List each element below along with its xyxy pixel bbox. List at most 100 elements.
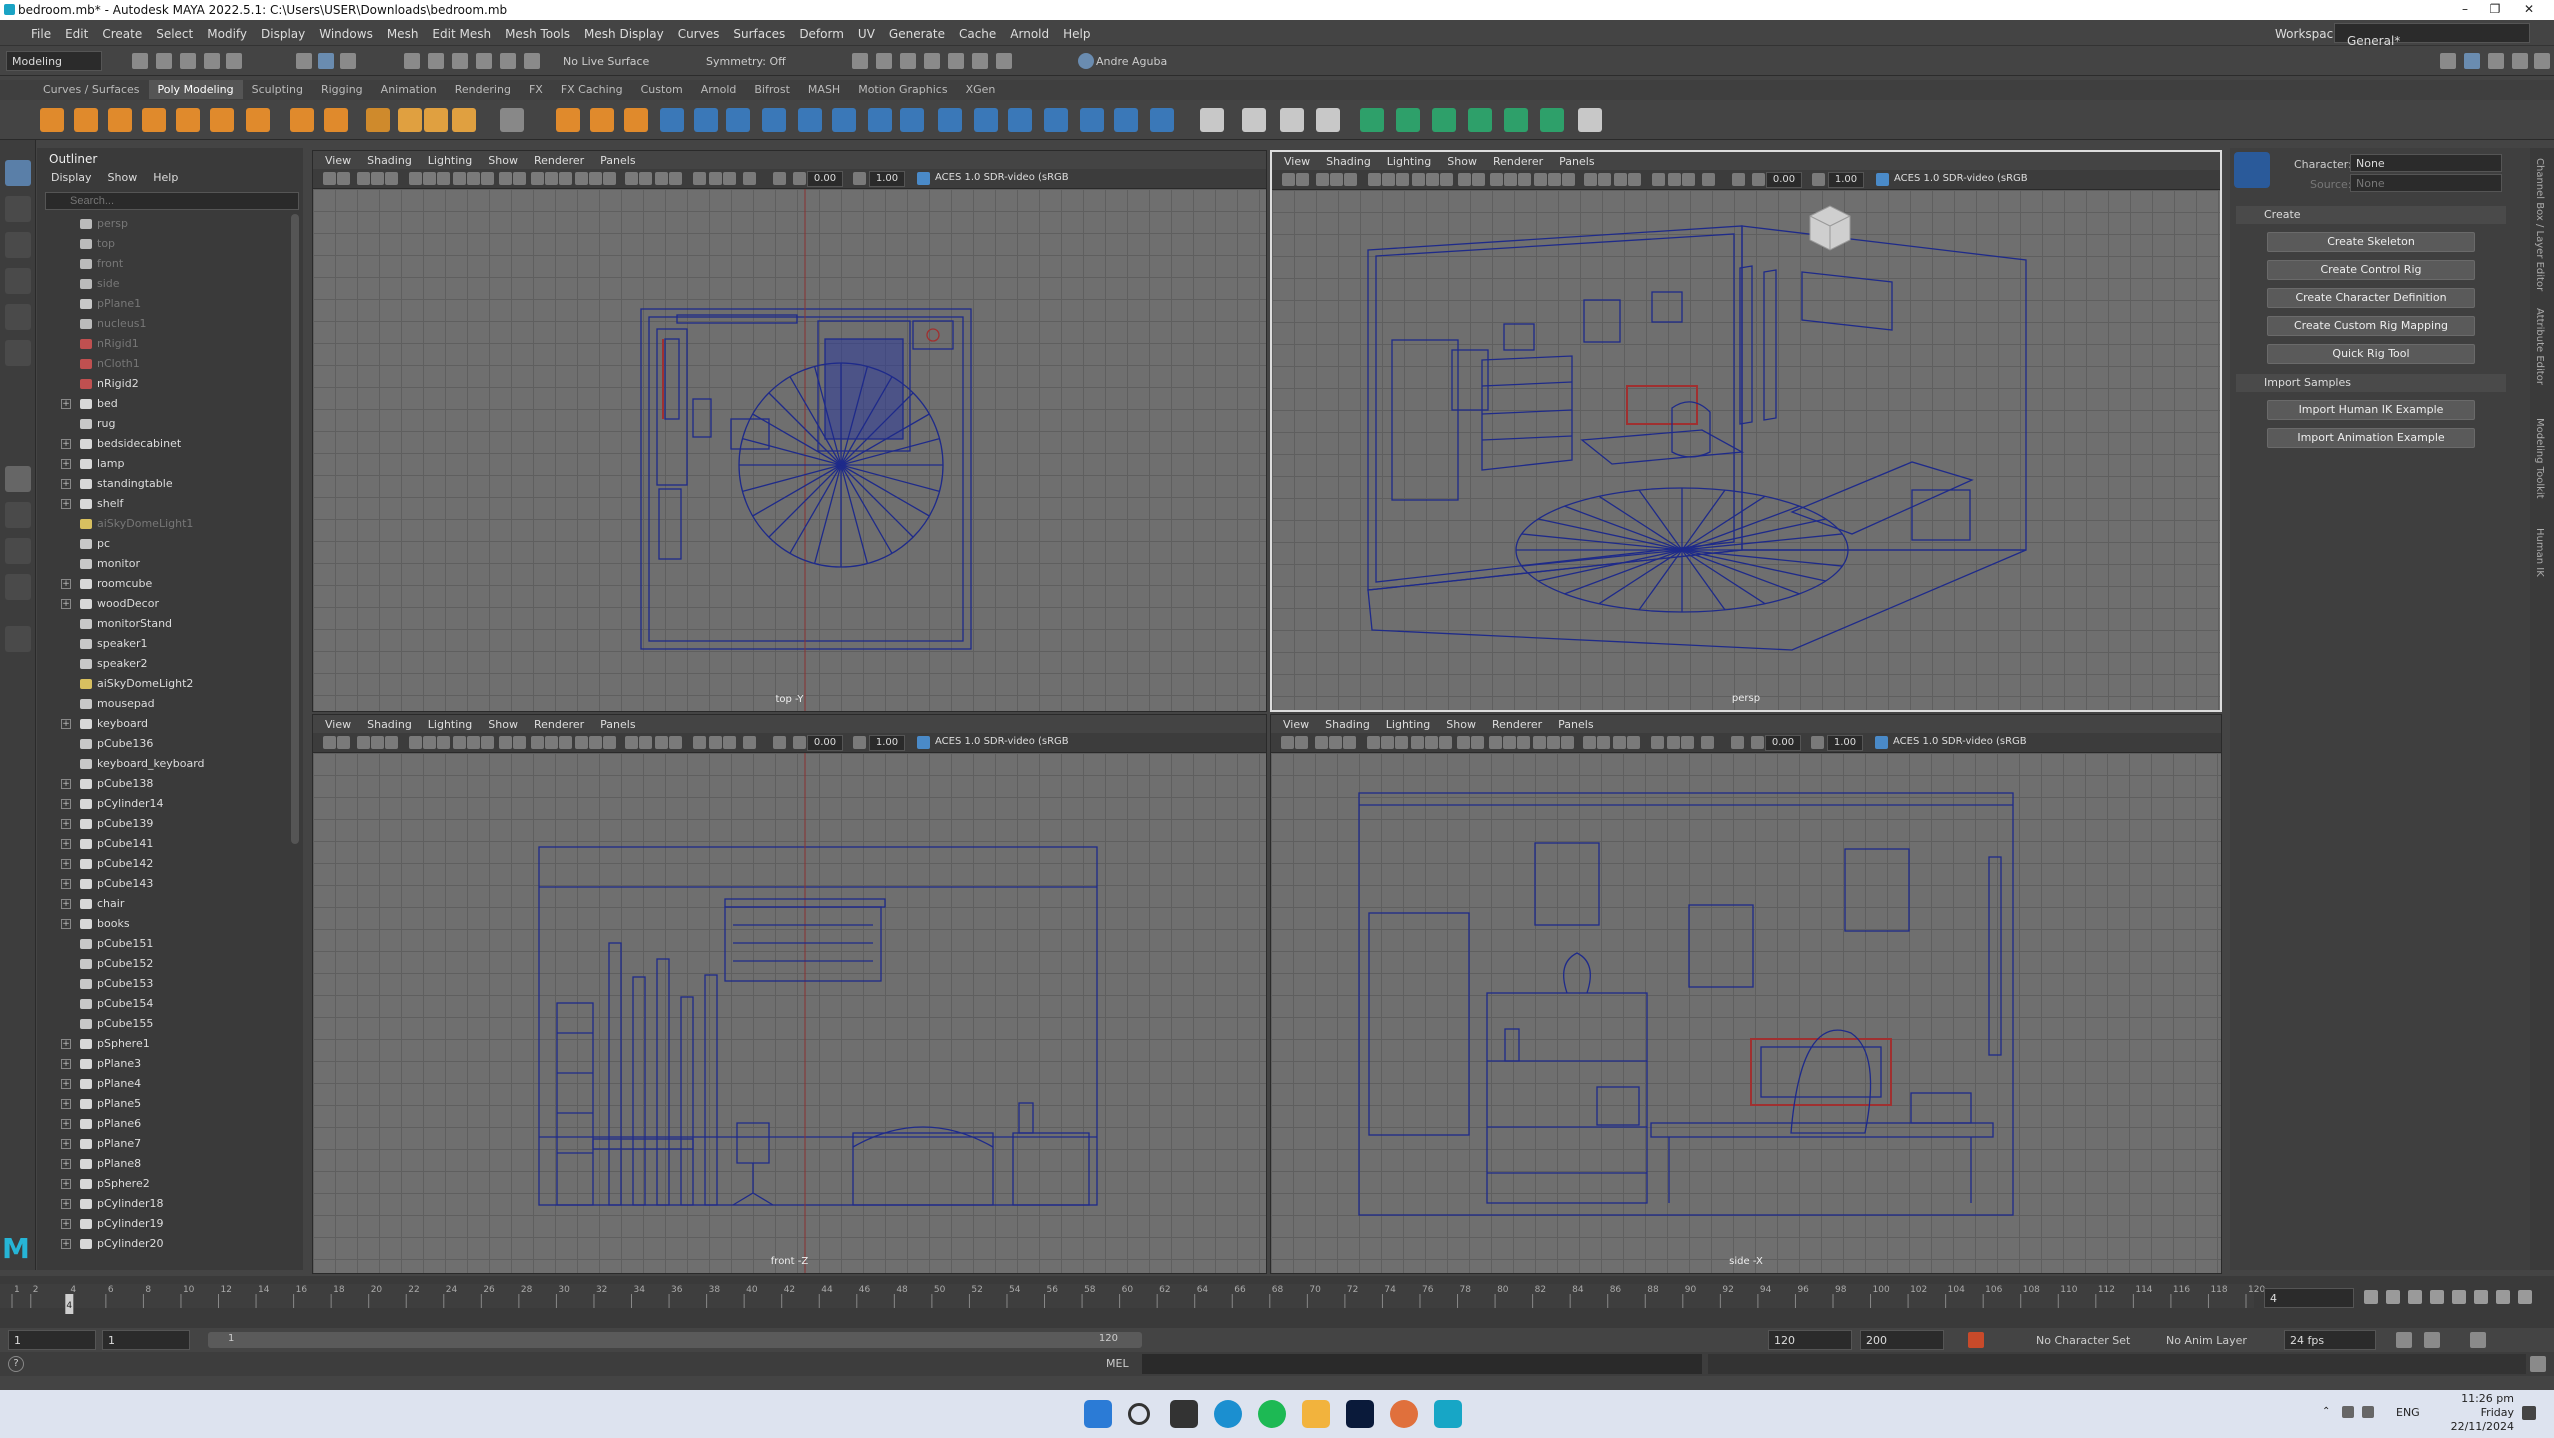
viewport-menu-renderer[interactable]: Renderer — [526, 151, 592, 170]
expand-icon[interactable]: + — [61, 1079, 71, 1089]
exposure-icon[interactable] — [1751, 736, 1764, 749]
expand-icon[interactable]: + — [61, 819, 71, 829]
shelf-quadrangulate-icon[interactable] — [1316, 108, 1340, 132]
anti-aliasing-icon[interactable] — [655, 172, 668, 185]
2d-pan-zoom-icon[interactable] — [1344, 173, 1357, 186]
expand-icon[interactable]: + — [61, 779, 71, 789]
gamma-field[interactable]: 1.00 — [869, 171, 905, 187]
gamma-field[interactable]: 1.00 — [1828, 172, 1864, 188]
outliner-menu-help[interactable]: Help — [153, 171, 178, 184]
viewport-top[interactable]: View Shading Lighting Show Renderer Panels 0.0… — [312, 150, 1267, 712]
resolution-gate-icon[interactable] — [453, 736, 466, 749]
wireframe-icon[interactable] — [531, 172, 544, 185]
shelf-create-polygon-icon[interactable] — [366, 108, 390, 132]
film-gate-icon[interactable] — [437, 172, 450, 185]
outliner-item-pCube154[interactable]: pCube154 — [37, 994, 297, 1014]
view-transform-label[interactable]: ACES 1.0 SDR-video (sRGB — [935, 736, 1069, 747]
xray-joints-icon[interactable] — [743, 736, 756, 749]
import-samples-section-header[interactable]: Import Samples — [2236, 374, 2506, 392]
outliner-item-bed[interactable]: + bed — [37, 394, 297, 414]
playback-end-field[interactable]: 120 — [1768, 1330, 1852, 1350]
auto-key-icon[interactable] — [1968, 1332, 1984, 1348]
gamma-field[interactable]: 1.00 — [1827, 735, 1863, 751]
edge-browser-icon[interactable] — [1214, 1400, 1242, 1428]
shelf-tab-fx-caching[interactable]: FX Caching — [552, 80, 632, 99]
color-management-icon[interactable] — [917, 736, 930, 749]
outliner-item-books[interactable]: + books — [37, 914, 297, 934]
expand-icon[interactable]: + — [61, 799, 71, 809]
hik-import-human-ik-example-button[interactable]: Import Human IK Example — [2267, 400, 2475, 420]
motion-blur-icon[interactable] — [639, 736, 652, 749]
paint-select-tool-icon[interactable] — [5, 232, 31, 258]
lasso-tool-icon[interactable] — [5, 196, 31, 222]
rotate-tool-icon[interactable] — [5, 304, 31, 330]
viewport-menu-show[interactable]: Show — [480, 715, 526, 734]
redo-icon[interactable] — [226, 53, 242, 69]
viewport-menu-show[interactable]: Show — [480, 151, 526, 170]
shelf-mirror-icon[interactable] — [1044, 108, 1068, 132]
wireframe-icon[interactable] — [531, 736, 544, 749]
shelf-svg-icon[interactable] — [452, 108, 476, 132]
expand-icon[interactable]: + — [61, 499, 71, 509]
file-explorer-icon[interactable] — [1302, 1400, 1330, 1428]
modeling-toolkit-toggle-icon[interactable] — [2440, 53, 2456, 69]
gamma-icon[interactable] — [853, 172, 866, 185]
current-frame-field[interactable]: 4 — [2264, 1288, 2354, 1308]
motion-blur-icon[interactable] — [1597, 736, 1610, 749]
outliner-item-pCylinder20[interactable]: + pCylinder20 — [37, 1234, 297, 1252]
shelf-poke-icon[interactable] — [1114, 108, 1138, 132]
step-back-frame-icon[interactable] — [2408, 1290, 2422, 1304]
outliner-item-monitor[interactable]: monitor — [37, 554, 297, 574]
viewport-menu-view[interactable]: View — [317, 151, 359, 170]
safe-title-icon[interactable] — [513, 736, 526, 749]
viewport-menu-panels[interactable]: Panels — [1551, 152, 1602, 171]
smooth-shade-icon[interactable] — [545, 172, 558, 185]
search-icon[interactable] — [5, 626, 31, 652]
arnold-render-icon[interactable] — [972, 53, 988, 69]
viewport-menu-lighting[interactable]: Lighting — [420, 715, 480, 734]
shelf-reduce-icon[interactable] — [1200, 108, 1224, 132]
menu-mesh[interactable]: Mesh — [380, 20, 426, 41]
viewport-menu-shading[interactable]: Shading — [1317, 715, 1378, 734]
expand-icon[interactable]: + — [61, 1059, 71, 1069]
2d-pan-zoom-icon[interactable] — [385, 172, 398, 185]
shelf-torus-icon[interactable] — [176, 108, 200, 132]
shelf-tab-fx[interactable]: FX — [520, 80, 552, 99]
taskbar-search-icon[interactable] — [1128, 1403, 1150, 1425]
isolate-select-icon[interactable] — [693, 172, 706, 185]
grid-icon[interactable] — [1381, 736, 1394, 749]
new-scene-icon[interactable] — [132, 53, 148, 69]
outliner-item-roomcube[interactable]: + roomcube — [37, 574, 297, 594]
viewport-menu-shading[interactable]: Shading — [359, 151, 420, 170]
outliner-item-pCube136[interactable]: pCube136 — [37, 734, 297, 754]
select-tool-icon[interactable] — [5, 160, 31, 186]
bookmarks-icon[interactable] — [357, 736, 370, 749]
viewport-menu-panels[interactable]: Panels — [1550, 715, 1601, 734]
snap-view-plane-icon[interactable] — [476, 53, 492, 69]
smooth-shade-icon[interactable] — [1504, 173, 1517, 186]
grease-pencil-icon[interactable] — [1367, 736, 1380, 749]
safe-title-icon[interactable] — [513, 172, 526, 185]
outliner-search-input[interactable] — [45, 192, 299, 210]
audio-icon[interactable] — [2424, 1332, 2440, 1348]
color-management-icon[interactable] — [1876, 173, 1889, 186]
shelf-wedge-icon[interactable] — [1150, 108, 1174, 132]
viewport-side[interactable]: View Shading Lighting Show Renderer Panels 0.0… — [1270, 714, 2222, 1274]
default-material-icon[interactable] — [1518, 173, 1531, 186]
outliner-item-pc[interactable]: pc — [37, 534, 297, 554]
shelf-unfold-icon[interactable] — [1504, 108, 1528, 132]
textured-icon[interactable] — [575, 736, 588, 749]
xray-active-icon[interactable] — [723, 172, 736, 185]
resolution-gate-icon[interactable] — [1412, 173, 1425, 186]
end-time-field[interactable]: 200 — [1860, 1330, 1944, 1350]
expand-icon[interactable]: + — [61, 859, 71, 869]
viewport-menu-view[interactable]: View — [1276, 152, 1318, 171]
outliner-item-pCube153[interactable]: pCube153 — [37, 974, 297, 994]
depth-of-field-icon[interactable] — [669, 172, 682, 185]
shelf-target-weld-icon[interactable] — [832, 108, 856, 132]
camera-attributes-icon[interactable] — [1295, 736, 1308, 749]
shelf-tab-rendering[interactable]: Rendering — [446, 80, 520, 99]
shelf-tab-curves-surfaces[interactable]: Curves / Surfaces — [34, 80, 149, 99]
film-gate-icon[interactable] — [437, 736, 450, 749]
outliner-item-nRigid1[interactable]: nRigid1 — [37, 334, 297, 354]
